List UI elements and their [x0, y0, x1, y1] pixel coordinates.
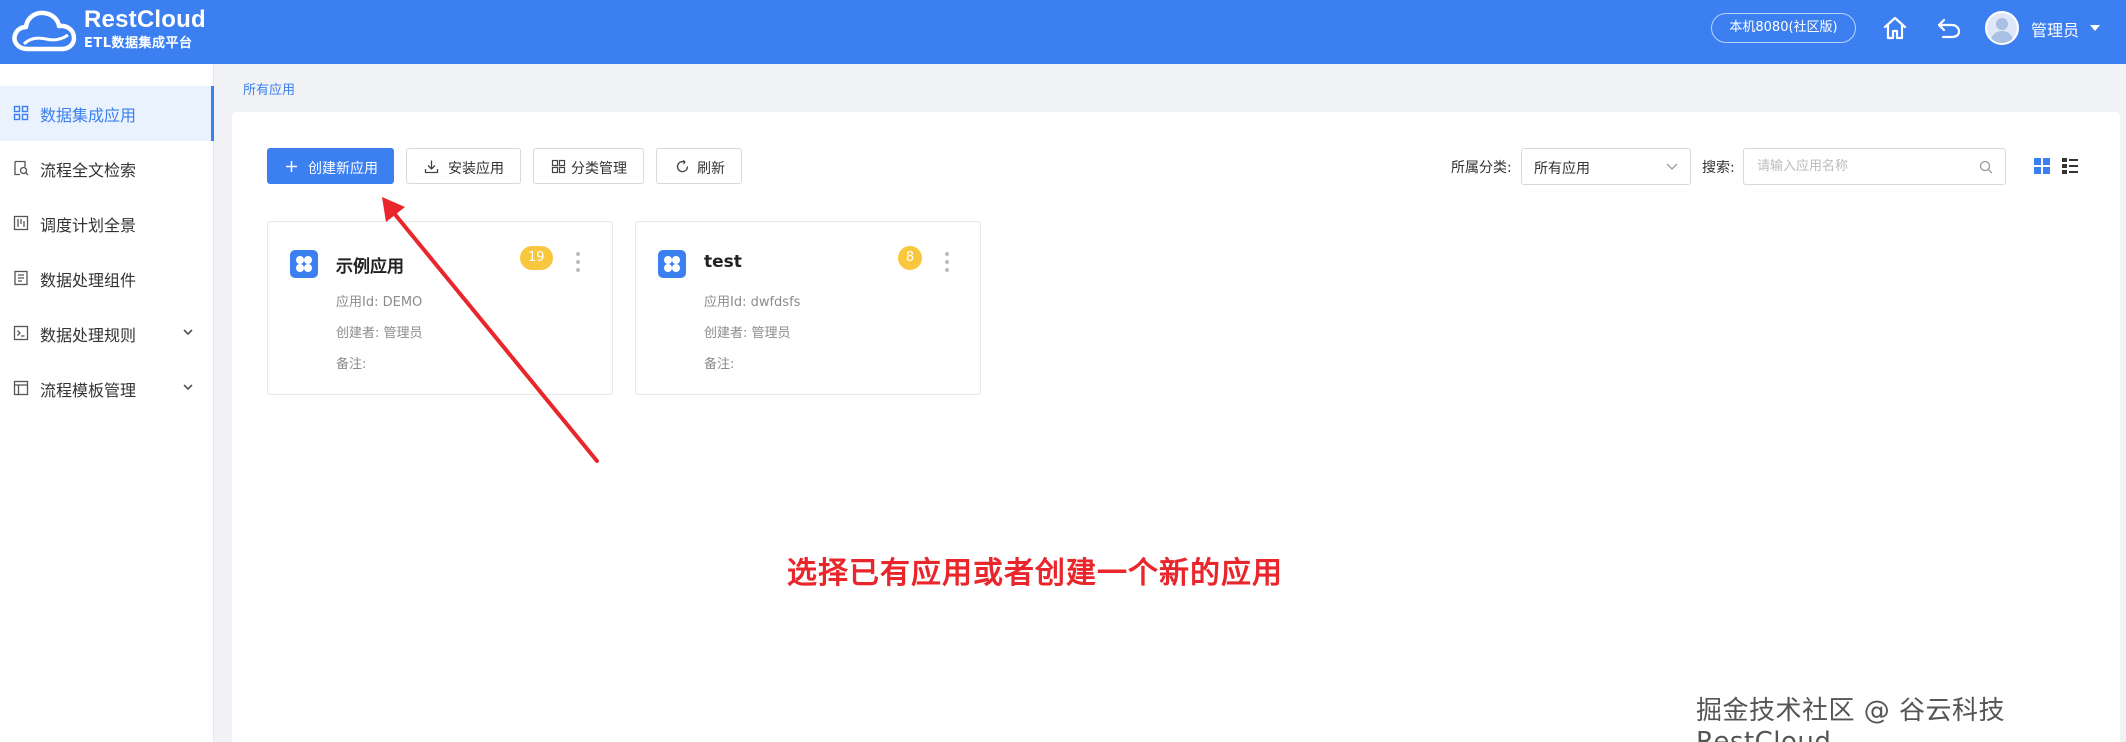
app-id: 应用Id: DEMO [336, 295, 423, 310]
download-icon [424, 160, 439, 174]
cloud-logo-icon [12, 10, 77, 52]
sidebar-item-label: 调度计划全景 [40, 216, 137, 235]
app-creator: 创建者: 管理员 [336, 326, 423, 341]
brand-name: RestCloud [84, 6, 206, 33]
app-id: 应用Id: dwfdsfs [704, 295, 801, 310]
grid-view-icon[interactable] [2033, 157, 2051, 175]
template-icon [13, 380, 29, 396]
top-header: RestCloud ETL数据集成平台 本机8080(社区版) 管理员 [0, 0, 2126, 64]
sidebar-item-label: 数据处理规则 [40, 326, 137, 345]
schedule-icon [13, 215, 29, 231]
user-menu-caret-icon[interactable] [2090, 25, 2100, 31]
install-app-button[interactable]: 安装应用 [406, 148, 521, 184]
chevron-down-icon [183, 384, 193, 391]
user-avatar-icon [1990, 18, 2014, 43]
chevron-down-icon [183, 329, 193, 336]
app-name: test [704, 252, 742, 272]
app-clover-icon [296, 256, 312, 272]
app-remark: 备注: [704, 357, 735, 372]
app-remark: 备注: [336, 357, 367, 372]
sidebar-item-data-integration-apps[interactable]: 数据集成应用 [0, 86, 214, 141]
env-badge[interactable]: 本机8080(社区版) [1711, 13, 1856, 43]
search-input[interactable] [1745, 150, 1975, 183]
avatar[interactable] [1985, 11, 2019, 45]
category-select[interactable]: 所有应用 [1521, 148, 1691, 185]
app-name: 示例应用 [336, 257, 404, 277]
breadcrumb[interactable]: 所有应用 [243, 79, 295, 98]
plus-icon [286, 161, 297, 172]
grid-icon [551, 159, 566, 174]
app-card-test[interactable]: test 8 应用Id: dwfdsfs 创建者: 管理员 备注: [635, 221, 981, 395]
app-card-demo[interactable]: 示例应用 19 应用Id: DEMO 创建者: 管理员 备注: [267, 221, 613, 395]
annotation-text: 选择已有应用或者创建一个新的应用 [787, 556, 1283, 591]
home-icon[interactable] [1881, 14, 1909, 42]
more-vertical-icon[interactable] [573, 250, 583, 274]
more-vertical-icon[interactable] [942, 250, 952, 274]
sidebar-item-processing-components[interactable]: 数据处理组件 [0, 251, 214, 306]
install-app-label: 安装应用 [448, 161, 504, 177]
app-icon [290, 250, 318, 278]
search-box [1743, 148, 2006, 185]
category-management-button[interactable]: 分类管理 [533, 148, 644, 184]
component-icon [14, 270, 28, 286]
category-select-value: 所有应用 [1534, 161, 1590, 177]
create-app-button[interactable]: 创建新应用 [267, 148, 394, 184]
back-icon[interactable] [1935, 14, 1963, 42]
chevron-down-icon [1666, 163, 1678, 170]
grid-icon [13, 105, 29, 121]
sidebar-item-schedule-overview[interactable]: 调度计划全景 [0, 196, 214, 251]
sidebar-item-label: 流程全文检索 [40, 161, 137, 180]
sidebar-item-template-management[interactable]: 流程模板管理 [0, 361, 214, 416]
terminal-icon [13, 325, 29, 341]
search-label: 搜索: [1702, 160, 1735, 176]
search-icon[interactable] [1979, 160, 1993, 174]
sidebar: 数据集成应用 流程全文检索 调度计划全景 数据处理组件 数据处理规则 流程模板管… [0, 64, 214, 742]
watermark: 掘金技术社区 @ 谷云科技RestCloud [1696, 696, 2006, 742]
category-filter-label: 所属分类: [1451, 160, 1512, 176]
refresh-label: 刷新 [697, 161, 725, 177]
create-app-label: 创建新应用 [308, 161, 378, 177]
doc-search-icon [14, 160, 29, 176]
app-icon [658, 250, 686, 278]
sidebar-item-flow-search[interactable]: 流程全文检索 [0, 141, 214, 196]
sidebar-item-processing-rules[interactable]: 数据处理规则 [0, 306, 214, 361]
list-view-icon[interactable] [2061, 157, 2079, 175]
refresh-button[interactable]: 刷新 [656, 148, 742, 184]
sidebar-item-label: 流程模板管理 [40, 381, 137, 400]
app-count-badge: 19 [520, 246, 553, 270]
sidebar-item-label: 数据集成应用 [40, 106, 137, 125]
main-panel [232, 112, 2120, 742]
brand-subtitle: ETL数据集成平台 [84, 36, 193, 51]
user-name[interactable]: 管理员 [2031, 17, 2079, 41]
category-management-label: 分类管理 [571, 161, 627, 177]
app-count-badge: 8 [898, 246, 922, 270]
app-creator: 创建者: 管理员 [704, 326, 791, 341]
app-clover-icon [664, 256, 680, 272]
refresh-icon [676, 160, 689, 173]
sidebar-item-label: 数据处理组件 [40, 271, 137, 290]
